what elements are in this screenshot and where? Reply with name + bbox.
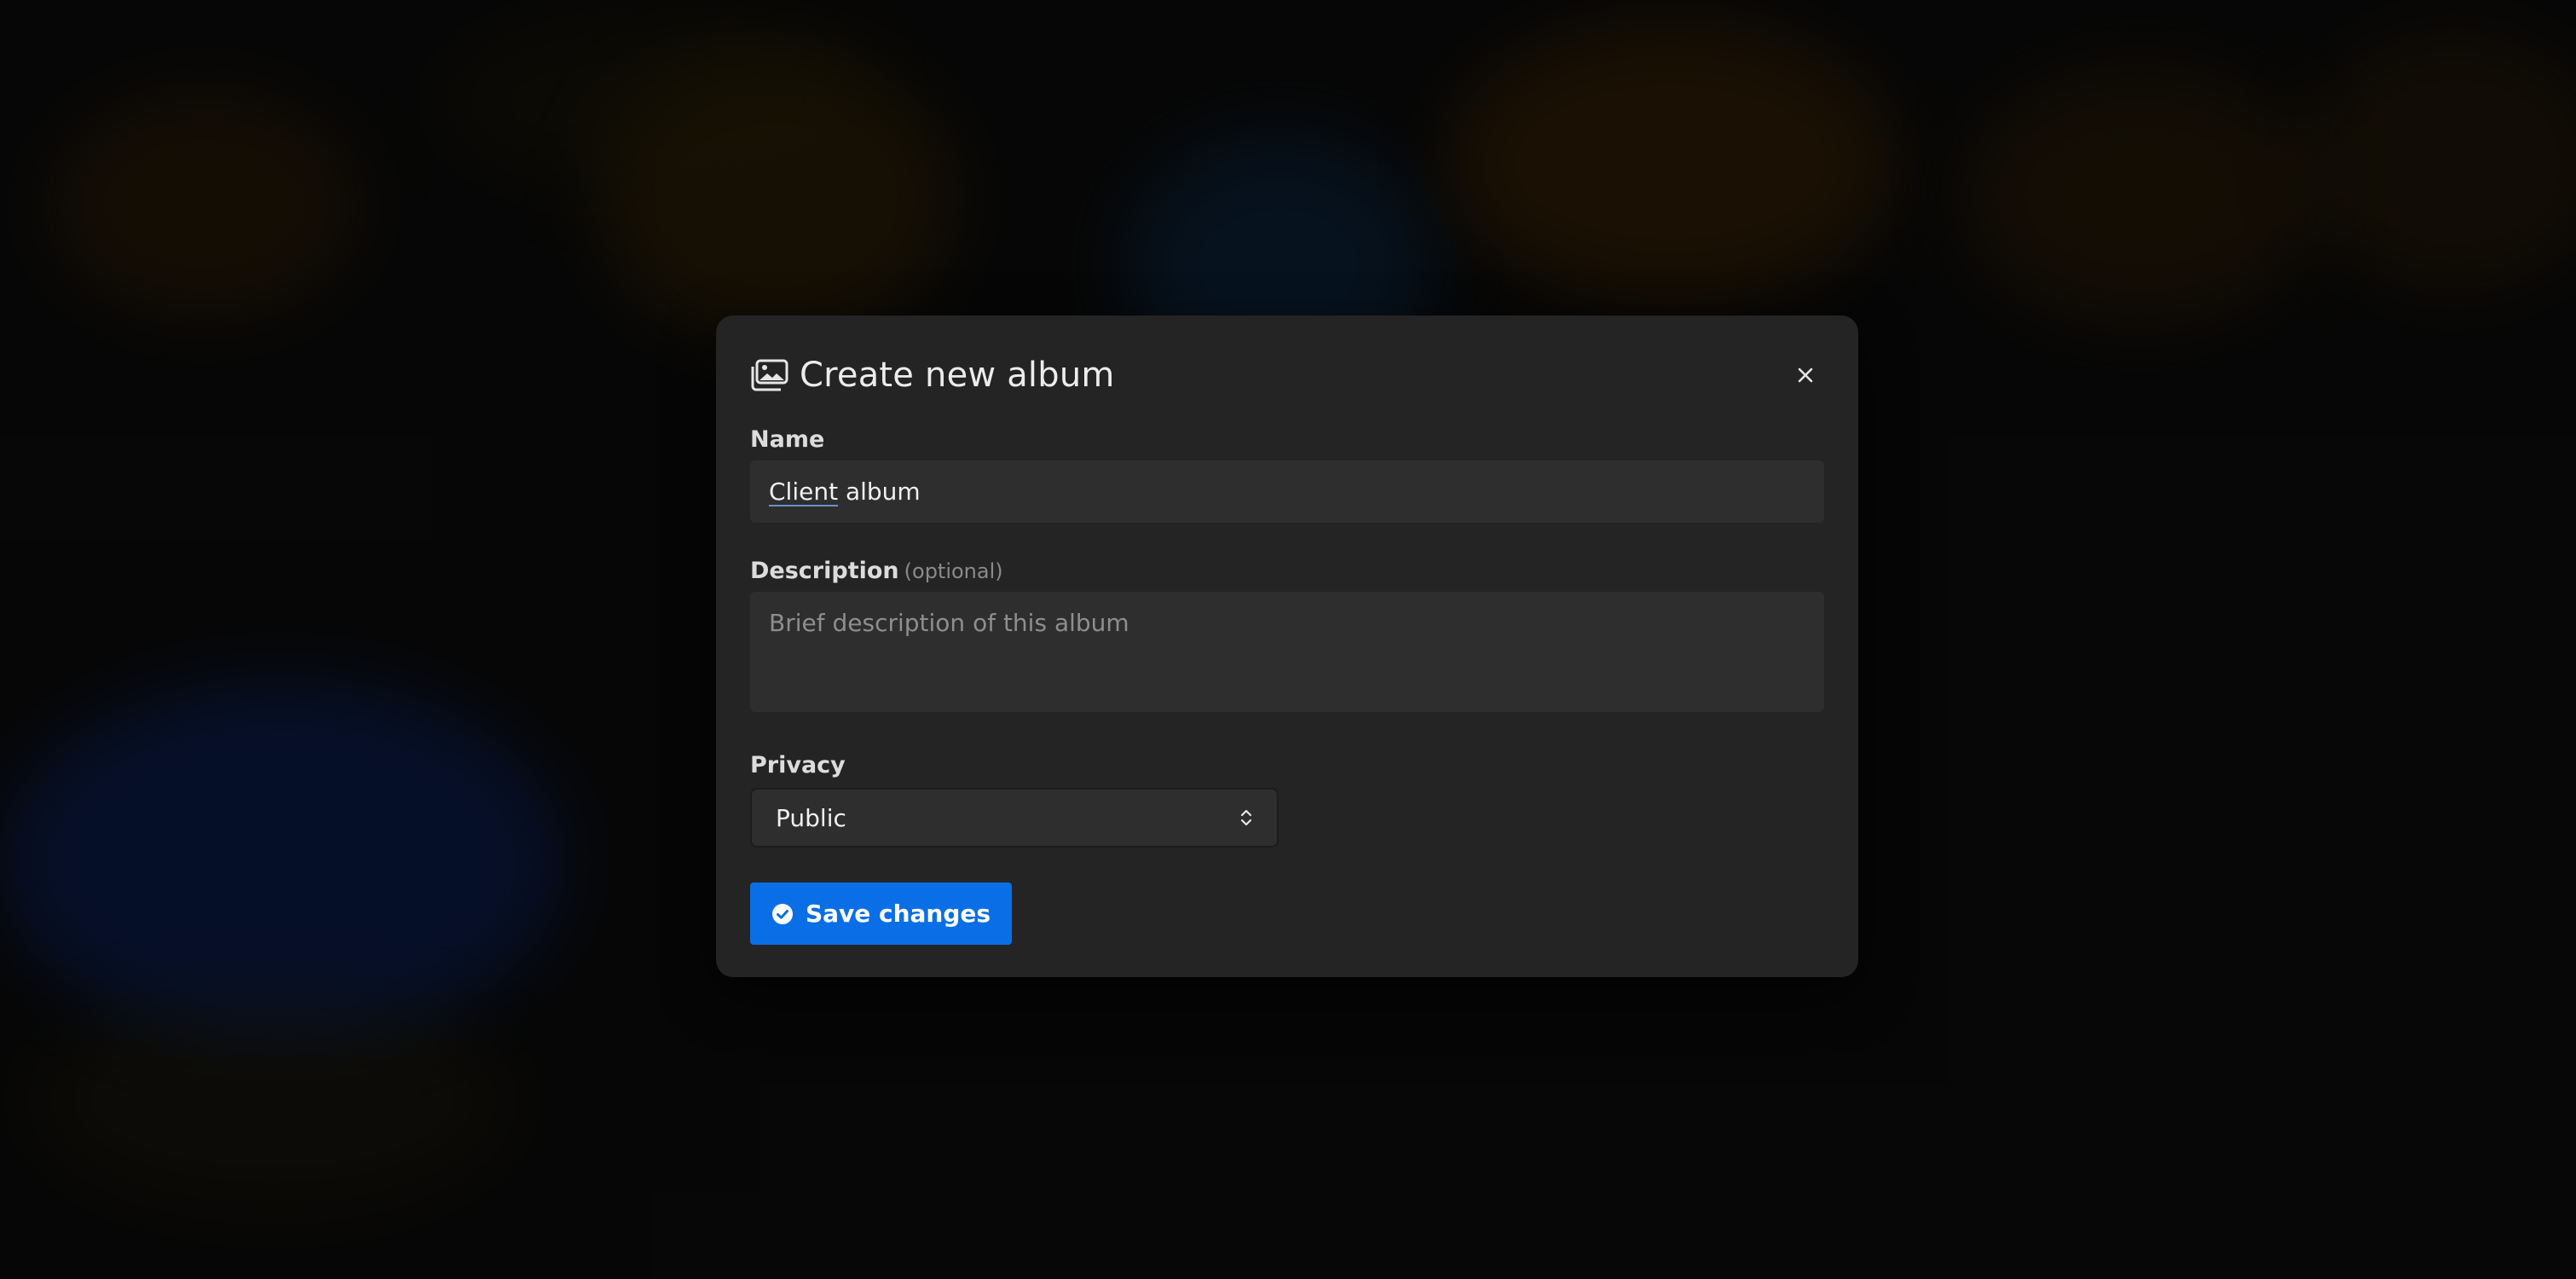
description-placeholder: Brief description of this album [769,609,1129,637]
album-name-input[interactable]: Client album [750,460,1824,523]
photo-album-icon [750,358,789,392]
dialog-header: Create new album [750,350,1824,401]
description-label: Description (optional) [750,558,1003,584]
privacy-selected-value: Public [776,803,846,832]
optional-hint: (optional) [904,559,1003,583]
name-label: Name [750,426,825,453]
create-album-dialog: Create new album Name Client album Descr… [716,315,1858,977]
check-circle-icon [771,903,794,925]
privacy-select[interactable]: Public [750,788,1279,848]
description-textarea[interactable]: Brief description of this album [750,592,1824,712]
save-changes-button[interactable]: Save changes [750,883,1012,945]
name-value-misspelled-word: Client [769,477,839,506]
close-button[interactable] [1787,356,1824,394]
save-button-label: Save changes [805,900,991,928]
close-icon [1798,367,1813,383]
chevron-up-down-icon [1239,808,1253,827]
privacy-label: Privacy [750,752,846,778]
dialog-title: Create new album [800,356,1115,395]
name-value-rest: album [838,477,921,506]
description-label-text: Description [750,558,899,584]
